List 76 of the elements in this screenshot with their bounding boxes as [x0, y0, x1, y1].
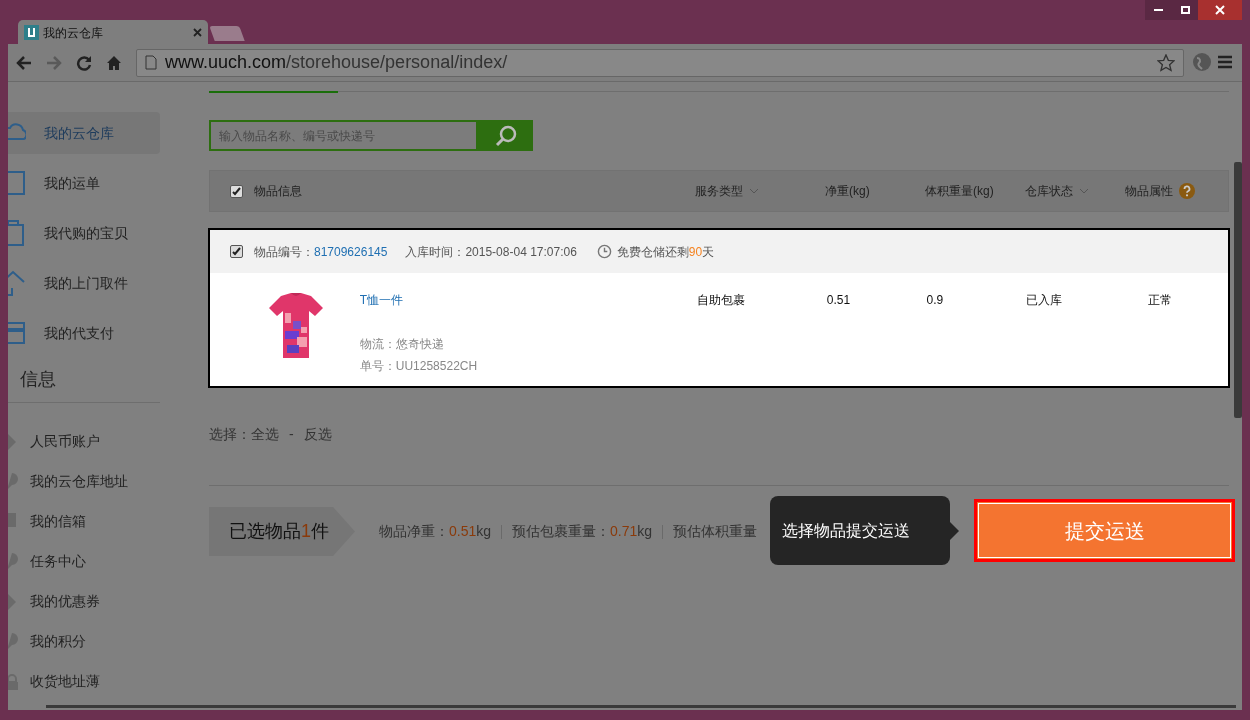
close-tab-icon[interactable] — [193, 28, 202, 37]
sidebar-item[interactable]: 我的上门取件 — [8, 262, 160, 304]
sidebar-item[interactable]: 我的运单 — [8, 162, 160, 204]
tooltip-pointer — [950, 521, 959, 540]
horizontal-scrollbar[interactable] — [46, 705, 1236, 708]
weight-stat: 预估包裹重量：0.71kg — [512, 522, 653, 541]
clock-icon — [596, 244, 612, 259]
select-label: 选择： — [209, 425, 251, 444]
column-header: 物品属性 — [1125, 182, 1195, 200]
table-cell: 已入库 — [1026, 293, 1063, 307]
table-cell: 0.51 — [826, 293, 851, 307]
star-icon[interactable] — [1157, 53, 1175, 72]
column-header[interactable]: 仓库状态 — [1025, 182, 1089, 200]
column-header: 净重(kg) — [825, 183, 870, 200]
lock-icon — [8, 671, 18, 691]
column-header: 物品信息 — [254, 183, 302, 200]
vertical-scrollbar[interactable] — [1234, 162, 1242, 418]
sidebar-item[interactable]: 我的代支付 — [8, 312, 160, 354]
invert-selection-link[interactable]: 反选 — [303, 424, 332, 445]
pin-icon — [8, 471, 18, 491]
pin-icon — [8, 551, 18, 571]
back-icon[interactable] — [16, 55, 32, 70]
selected-count: 已选物品1件 — [209, 507, 355, 556]
close-icon — [1215, 5, 1225, 15]
menu-icon[interactable] — [1218, 55, 1232, 69]
chevron-down-icon — [1079, 188, 1089, 194]
item-name-link[interactable]: T恤一件 — [359, 291, 404, 309]
column-header: 体积重量(kg) — [925, 183, 994, 200]
address-bar[interactable]: www.uuch.com/storehouse/personal/index/ — [136, 48, 1184, 77]
reload-icon[interactable] — [76, 54, 92, 71]
table-cell: 0.9 — [926, 293, 944, 307]
globe-icon[interactable] — [1192, 52, 1212, 72]
sidebar-link[interactable]: 我的信箱 — [30, 510, 86, 532]
submit-shipment-button[interactable]: 提交运送 — [978, 503, 1231, 558]
sidebar-item[interactable]: 我的云仓库 — [8, 112, 160, 154]
search-icon — [494, 124, 517, 147]
sidebar-link[interactable]: 任务中心 — [30, 550, 86, 572]
home-icon[interactable] — [106, 54, 122, 71]
tooltip: 选择物品提交运送 — [770, 496, 950, 565]
site-logo-icon — [24, 25, 39, 40]
stock-in-time: 入库时间：2015-08-04 17:07:06 — [405, 243, 577, 261]
window-controls[interactable] — [1145, 0, 1242, 20]
sidebar-link[interactable]: 我的优惠券 — [30, 590, 100, 612]
minimize-icon[interactable] — [1145, 0, 1172, 20]
select-all-link[interactable]: 全选 — [251, 424, 279, 445]
triangle-icon — [8, 431, 18, 451]
chevron-down-icon — [749, 188, 759, 194]
close-button[interactable] — [1198, 0, 1242, 20]
weight-stat: 预估体积重量 — [673, 522, 758, 541]
triangle-icon — [8, 591, 18, 611]
table-cell: 正常 — [1148, 293, 1173, 307]
help-icon[interactable] — [1179, 183, 1195, 199]
storage-note: 免费仓储还剩90天 — [616, 243, 715, 261]
item-number: 物品编号：81709626145 — [254, 243, 388, 261]
logistics-text: 物流：悠奇快递 — [359, 336, 445, 353]
table-cell: 自助包裹 — [697, 293, 746, 307]
section-title: 信息 — [19, 368, 57, 391]
tab-title: 我的云仓库 — [43, 24, 103, 42]
search-button[interactable] — [478, 120, 533, 151]
sidebar-link[interactable]: 人民币账户 — [30, 430, 100, 452]
checkbox[interactable] — [230, 245, 243, 258]
sidebar-link[interactable]: 我的云仓库地址 — [30, 470, 128, 492]
checkbox[interactable] — [230, 184, 243, 198]
url-text: www.uuch.com/storehouse/personal/index/ — [165, 51, 508, 74]
browser-tab[interactable]: 我的云仓库 — [18, 20, 208, 45]
pin-icon — [8, 631, 18, 651]
tracking-number: 单号：UU1258522CH — [359, 358, 479, 375]
sidebar-link[interactable]: 我的积分 — [30, 630, 86, 652]
sidebar-item[interactable]: 我代购的宝贝 — [8, 212, 160, 254]
new-tab-button[interactable] — [209, 26, 245, 41]
maximize-icon[interactable] — [1172, 0, 1198, 20]
sidebar-link[interactable]: 收货地址薄 — [30, 670, 100, 692]
column-header[interactable]: 服务类型 — [695, 182, 759, 200]
weight-stat: 物品净重：0.51kg — [379, 522, 492, 541]
separator: - — [289, 425, 294, 444]
page-icon — [145, 55, 157, 70]
